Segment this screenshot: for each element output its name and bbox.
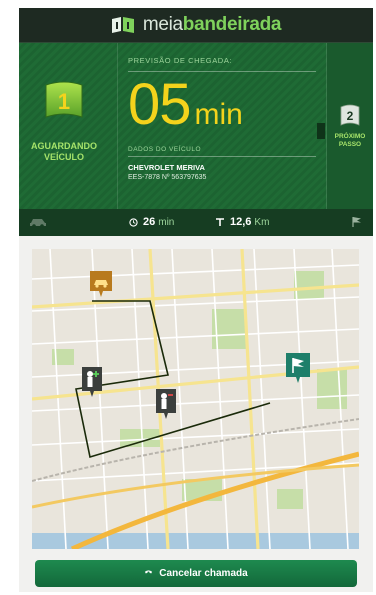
vehicle-model: CHEVROLET MERIVA (128, 163, 205, 172)
vehicle-label: DADOS DO VEÍCULO (128, 146, 202, 153)
arrival-info: PREVISÃO DE CHEGADA: 05 min DADOS DO VEÍ… (117, 43, 327, 209)
svg-text:1: 1 (58, 89, 70, 114)
map-canvas[interactable] (32, 249, 359, 549)
arrival-eta-value: 05 (128, 72, 192, 137)
car-icon (30, 219, 46, 228)
park-area (277, 489, 303, 509)
trip-time: 26 min (129, 216, 174, 228)
clock-icon (129, 217, 138, 227)
app-header: meiabandeirada (19, 8, 373, 43)
road-icon (216, 218, 224, 226)
finish-flag-icon (352, 217, 361, 227)
flag-step2-icon: 2 (340, 104, 360, 126)
arrival-label: PREVISÃO DE CHEGADA: (128, 56, 233, 65)
next-step-label: PRÓXIMO PASSO (334, 133, 366, 148)
route-map[interactable] (32, 249, 359, 549)
phone-icon (145, 570, 153, 574)
arrival-eta-unit: min (194, 98, 243, 131)
app-screen: meiabandeirada 1 AGUARDANDO VEÍCULO PREV… (19, 8, 373, 592)
cancel-call-button[interactable]: Cancelar chamada (35, 560, 357, 587)
current-step: 1 AGUARDANDO VEÍCULO (19, 43, 109, 209)
status-panel: 1 AGUARDANDO VEÍCULO PREVISÃO DE CHEGADA… (19, 43, 373, 209)
logo-flags-icon (111, 17, 134, 33)
next-step-button[interactable]: 2 PRÓXIMO PASSO (317, 43, 373, 209)
divider (128, 156, 316, 157)
trip-stats-bar: 26 min 12,6 Km (19, 209, 373, 236)
trip-distance: 12,6 Km (215, 216, 269, 228)
arrival-eta: 05 min (128, 74, 326, 136)
vehicle-plate: EES-7878 Nº 563797635 (128, 174, 207, 181)
current-step-label: AGUARDANDO VEÍCULO (31, 141, 97, 162)
park-area (294, 271, 324, 299)
svg-text:2: 2 (347, 109, 354, 123)
flag-step1-icon: 1 (45, 81, 83, 118)
park-area (317, 369, 347, 409)
bottom-bar: Cancelar chamada (19, 558, 373, 592)
cancel-call-label: Cancelar chamada (159, 568, 248, 579)
slide-handle[interactable] (317, 123, 325, 139)
map-container (19, 236, 373, 558)
app-brand: meiabandeirada (142, 14, 282, 35)
